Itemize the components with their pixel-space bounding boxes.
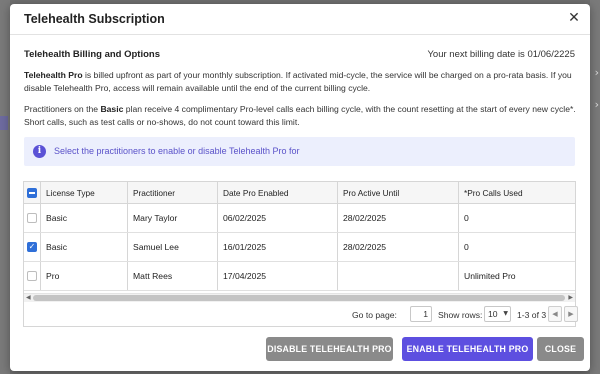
license-type-cell: Basic (41, 233, 128, 261)
row-checkbox[interactable] (27, 271, 37, 281)
practitioner-cell: Mary Taylor (128, 204, 218, 232)
column-header[interactable]: Date Pro Enabled (218, 182, 338, 203)
modal-title: Telehealth Subscription (24, 12, 165, 26)
practitioner-cell: Matt Rees (128, 262, 218, 290)
previous-page-button[interactable]: ◀ (548, 306, 562, 322)
calls-used-cell: Unlimited Pro (464, 271, 516, 281)
column-header[interactable]: *Pro Calls Used (459, 182, 575, 203)
calls-used-cell: 0 (464, 213, 469, 223)
row-checkbox[interactable] (27, 213, 37, 223)
go-to-page-label: Go to page: (352, 310, 397, 320)
checkmark-icon: ✓ (28, 242, 36, 251)
basic-plan-paragraph: Practitioners on the Basic plan receive … (24, 103, 584, 128)
info-text: Select the practitioners to enable or di… (54, 146, 300, 156)
practitioner-cell: Samuel Lee (128, 233, 218, 261)
select-all-checkbox[interactable] (27, 187, 37, 198)
column-header[interactable]: Practitioner (128, 182, 218, 203)
table-row[interactable]: ✓ Basic Samuel Lee 16/01/2025 28/02/2025… (24, 233, 575, 262)
table-header: License Type Practitioner Date Pro Enabl… (24, 182, 575, 204)
license-type-cell: Basic (41, 204, 128, 232)
section-title: Telehealth Billing and Options (24, 49, 160, 60)
chevron-down-icon: ▼ (503, 310, 508, 317)
scroll-left-icon[interactable]: ◀ (26, 294, 31, 302)
rows-per-page-value: 10 (488, 309, 498, 319)
show-rows-label: Show rows: (438, 310, 483, 320)
billing-date: Your next billing date is 01/06/2225 (427, 49, 575, 60)
page-number-input[interactable]: 1 (410, 306, 432, 322)
indeterminate-icon (29, 191, 35, 194)
practitioner-table: License Type Practitioner Date Pro Enabl… (23, 181, 578, 327)
date-enabled-cell: 16/01/2025 (218, 233, 338, 261)
table-row[interactable]: Pro Matt Rees 17/04/2025 Unlimited Pro (24, 262, 575, 291)
next-page-button[interactable]: ▶ (564, 306, 578, 322)
row-select-cell: ✓ (24, 233, 41, 261)
scrollbar-thumb[interactable] (33, 295, 565, 301)
column-header[interactable]: Pro Active Until (338, 182, 459, 203)
active-until-cell: 28/02/2025 (338, 233, 459, 261)
table-row[interactable]: Basic Mary Taylor 06/02/2025 28/02/2025 … (24, 204, 575, 233)
backdrop-strip (0, 116, 8, 130)
date-enabled-cell: 17/04/2025 (218, 262, 338, 290)
disable-telehealth-pro-button[interactable]: DISABLE TELEHEALTH PRO (266, 337, 393, 361)
billing-text: is billed upfront as part of your monthl… (24, 70, 572, 93)
backdrop-right: › › (590, 0, 600, 374)
row-select-cell (24, 204, 41, 232)
billing-paragraph: Telehealth Pro is billed upfront as part… (24, 69, 584, 94)
scroll-right-icon[interactable]: ▶ (568, 294, 573, 302)
backdrop-left (0, 0, 10, 374)
pro-term: Telehealth Pro (24, 70, 83, 80)
license-type-cell: Pro (41, 262, 128, 290)
chevron-right-icon: › (594, 98, 599, 111)
column-header[interactable]: License Type (41, 182, 128, 203)
basic-term: Basic (100, 104, 124, 114)
horizontal-scrollbar[interactable]: ◀ ▶ (24, 293, 575, 302)
close-icon[interactable]: ✕ (566, 10, 582, 26)
modal-header: Telehealth Subscription ✕ (10, 4, 590, 35)
info-icon: i (33, 145, 46, 158)
date-enabled-cell: 06/02/2025 (218, 204, 338, 232)
info-banner: i Select the practitioners to enable or … (24, 137, 575, 166)
calls-used-cell: 0 (464, 242, 469, 252)
chevron-right-icon: › (594, 66, 599, 79)
rows-per-page-select[interactable]: 10 ▼ (484, 306, 511, 322)
active-until-cell (338, 262, 459, 290)
row-select-cell (24, 262, 41, 290)
pagination: Go to page: 1 Show rows: 10 ▼ 1-3 of 3 ◀… (24, 302, 578, 327)
close-button[interactable]: CLOSE (537, 337, 584, 361)
row-count: 1-3 of 3 (517, 310, 547, 320)
enable-telehealth-pro-button[interactable]: ENABLE TELEHEALTH PRO (402, 337, 533, 361)
select-all-cell (24, 182, 41, 203)
row-checkbox[interactable]: ✓ (27, 242, 37, 252)
basic-pre: Practitioners on the (24, 104, 101, 114)
telehealth-modal: Telehealth Subscription ✕ Telehealth Bil… (10, 4, 590, 371)
active-until-cell: 28/02/2025 (338, 204, 459, 232)
